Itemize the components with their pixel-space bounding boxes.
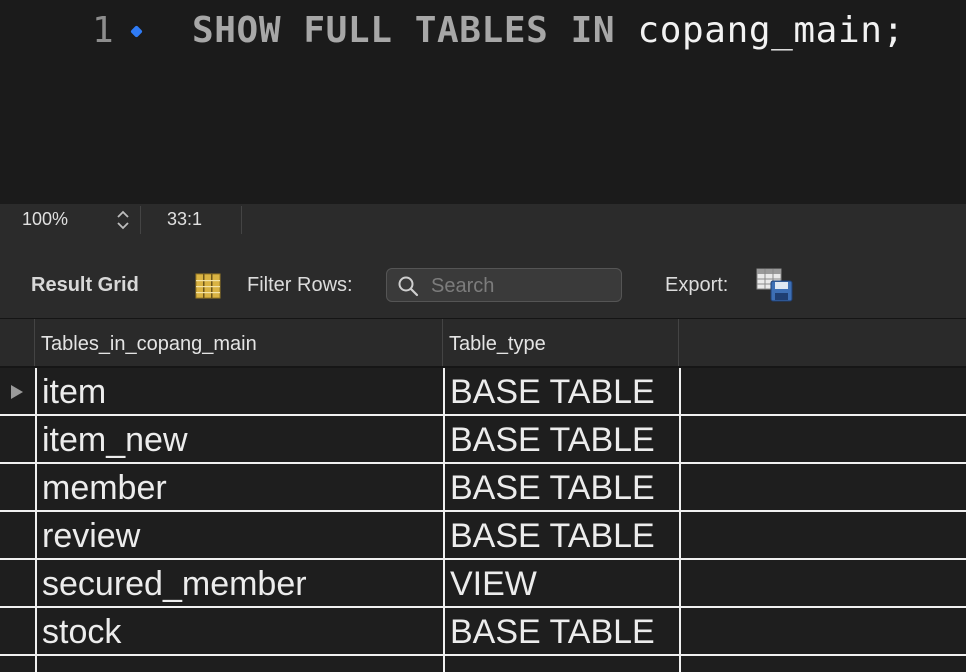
- cell-empty: [443, 656, 679, 672]
- status-divider: [241, 206, 242, 234]
- table-row[interactable]: stock BASE TABLE: [0, 608, 966, 656]
- cell-table-name[interactable]: stock: [35, 608, 443, 654]
- result-grid-label: Result Grid: [31, 274, 139, 296]
- grid-header: Tables_in_copang_main Table_type: [0, 319, 966, 368]
- export-label: Export:: [665, 274, 729, 296]
- line-number: 1: [92, 10, 114, 51]
- cell-table-type[interactable]: BASE TABLE: [443, 608, 679, 654]
- sql-keywords: SHOW FULL TABLES IN: [192, 10, 616, 51]
- cell-table-name[interactable]: item_new: [35, 416, 443, 462]
- current-statement-marker-icon: [130, 25, 143, 38]
- row-marker[interactable]: [0, 368, 34, 414]
- table-row[interactable]: review BASE TABLE: [0, 512, 966, 560]
- cursor-position: 33:1: [167, 209, 203, 229]
- cell-empty: [679, 464, 966, 510]
- cell-table-name[interactable]: item: [35, 368, 443, 414]
- result-grid-icon[interactable]: [194, 272, 222, 300]
- column-header-table-type[interactable]: Table_type: [443, 319, 679, 366]
- filter-rows-search[interactable]: [386, 268, 622, 302]
- zoom-level: 100%: [22, 209, 69, 229]
- cell-table-type[interactable]: BASE TABLE: [443, 512, 679, 558]
- row-marker[interactable]: [0, 464, 34, 510]
- cell-empty: [679, 608, 966, 654]
- result-grid[interactable]: Tables_in_copang_main Table_type item BAS…: [0, 319, 966, 672]
- grid-body: item BASE TABLE item_new BASE TABLE member BA…: [0, 368, 966, 672]
- sql-statement[interactable]: SHOW FULL TABLES IN copang_main;: [192, 10, 905, 51]
- table-row[interactable]: secured_member VIEW: [0, 560, 966, 608]
- sql-editor[interactable]: 1 SHOW FULL TABLES IN copang_main;: [0, 0, 966, 204]
- row-marker[interactable]: [0, 560, 34, 606]
- cell-empty: [679, 560, 966, 606]
- cell-empty: [679, 368, 966, 414]
- export-icon[interactable]: [756, 268, 794, 302]
- search-icon: [398, 276, 419, 297]
- cell-table-name[interactable]: review: [35, 512, 443, 558]
- cell-table-type[interactable]: VIEW: [443, 560, 679, 606]
- table-row-partial: [0, 656, 966, 672]
- cell-table-name[interactable]: member: [35, 464, 443, 510]
- cell-empty: [679, 512, 966, 558]
- cell-empty: [679, 656, 966, 672]
- table-row[interactable]: member BASE TABLE: [0, 464, 966, 512]
- cell-table-type[interactable]: BASE TABLE: [443, 416, 679, 462]
- status-divider: [140, 206, 141, 234]
- panel-spacer: [0, 234, 966, 254]
- row-marker[interactable]: [0, 608, 34, 654]
- cell-empty: [679, 416, 966, 462]
- zoom-stepper-icon[interactable]: [114, 208, 132, 232]
- result-toolbar: Result Grid Filter Rows: Export:: [0, 254, 966, 319]
- cell-table-type[interactable]: BASE TABLE: [443, 368, 679, 414]
- current-row-arrow-icon: [11, 385, 23, 399]
- column-header-tables-in-copang-main[interactable]: Tables_in_copang_main: [35, 319, 443, 366]
- table-row[interactable]: item BASE TABLE: [0, 368, 966, 416]
- filter-rows-label: Filter Rows:: [247, 274, 353, 296]
- column-header-filler: [679, 319, 966, 366]
- row-marker[interactable]: [0, 416, 34, 462]
- editor-status-bar: 100% 33:1: [0, 204, 966, 234]
- row-marker[interactable]: [0, 512, 34, 558]
- row-marker-header: [0, 319, 35, 366]
- search-input[interactable]: [429, 273, 618, 299]
- cell-table-type[interactable]: BASE TABLE: [443, 464, 679, 510]
- table-row[interactable]: item_new BASE TABLE: [0, 416, 966, 464]
- cell-table-name[interactable]: secured_member: [35, 560, 443, 606]
- cell-empty: [35, 656, 443, 672]
- sql-identifier: copang_main;: [637, 10, 905, 51]
